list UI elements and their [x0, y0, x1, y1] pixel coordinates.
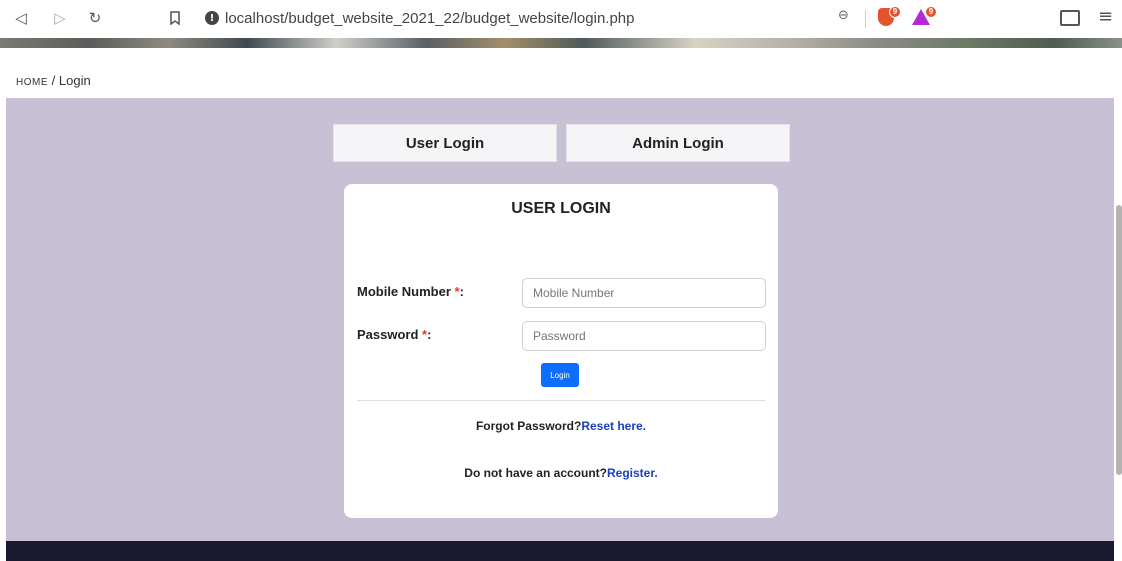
- reload-icon[interactable]: ↻: [84, 7, 106, 29]
- shield-badge: 9: [889, 6, 901, 18]
- register-line: Do not have an account?Register.: [344, 466, 778, 480]
- header-image-strip: [0, 38, 1122, 48]
- register-link[interactable]: Register.: [607, 466, 658, 480]
- forward-icon[interactable]: ▷: [49, 7, 71, 29]
- forgot-password-line: Forgot Password?Reset here.: [344, 419, 778, 433]
- password-input[interactable]: [522, 321, 766, 351]
- rewards-badge: 9: [925, 6, 937, 18]
- back-icon[interactable]: ◁: [10, 7, 32, 29]
- password-label-text: Password: [357, 327, 419, 342]
- reset-password-link[interactable]: Reset here.: [581, 419, 646, 433]
- login-card: USER LOGIN Mobile Number *: Password *: …: [344, 184, 778, 518]
- browser-toolbar: ◁ ▷ ↻ ! localhost/budget_website_2021_22…: [0, 0, 1122, 38]
- register-text: Do not have an account?: [464, 466, 607, 480]
- form-title: USER LOGIN: [511, 200, 611, 217]
- label-colon: :: [459, 284, 464, 299]
- page-scrollbar[interactable]: [1116, 205, 1122, 475]
- divider: [357, 400, 765, 401]
- wallet-icon[interactable]: [1060, 10, 1080, 26]
- breadcrumb-home[interactable]: HOME: [16, 77, 48, 88]
- mobile-label: Mobile Number *:: [357, 284, 464, 299]
- login-button[interactable]: Login: [541, 363, 579, 387]
- mobile-label-text: Mobile Number: [357, 284, 451, 299]
- info-icon[interactable]: !: [205, 11, 219, 25]
- user-login-tab[interactable]: User Login: [333, 124, 557, 162]
- admin-login-tab[interactable]: Admin Login: [566, 124, 790, 162]
- breadcrumb-current: Login: [58, 73, 91, 88]
- breadcrumb-separator: /: [51, 73, 56, 88]
- forgot-password-text: Forgot Password?: [475, 419, 582, 433]
- label-colon: :: [427, 327, 432, 342]
- url-text: localhost/budget_website_2021_22/budget_…: [225, 9, 635, 27]
- mobile-number-input[interactable]: [522, 278, 766, 308]
- menu-icon[interactable]: ≡: [1098, 6, 1113, 27]
- footer: [6, 541, 1114, 561]
- address-bar[interactable]: ! localhost/budget_website_2021_22/budge…: [205, 7, 965, 29]
- bookmark-icon[interactable]: [164, 7, 186, 29]
- password-label: Password *:: [357, 327, 431, 342]
- toolbar-divider: [865, 10, 866, 28]
- breadcrumb: HOME / Login: [16, 73, 91, 88]
- zoom-icon[interactable]: ⊖: [838, 8, 849, 23]
